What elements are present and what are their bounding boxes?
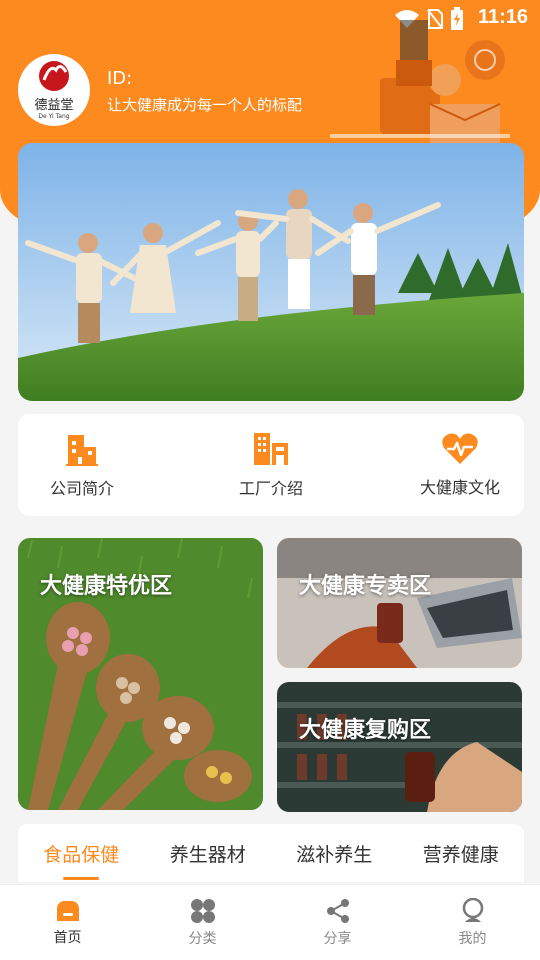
zone-premium-title: 大健康特优区 (40, 574, 173, 599)
building-icon (66, 435, 98, 466)
zone-repurchase-title: 大健康复购区 (299, 718, 432, 743)
tab-nourishing[interactable]: 滋补养生 (271, 824, 398, 882)
category-tabs: 食品保健 养生器材 滋补养生 营养健康 (18, 824, 524, 882)
zone-exclusive-image (277, 538, 522, 668)
tab-nutrition[interactable]: 营养健康 (398, 824, 525, 882)
home-icon (56, 900, 79, 921)
factory-icon (254, 433, 288, 465)
grid-icon (190, 898, 215, 923)
banner-image[interactable] (18, 143, 524, 401)
share-icon (326, 898, 349, 923)
zone-repurchase-image (277, 682, 522, 812)
heart-pulse-icon (442, 433, 478, 464)
quick-nav: 公司简介 工厂介绍 大健康文化 (18, 414, 524, 516)
logo-emblem-icon (39, 61, 69, 91)
nav-label: 首页 (53, 929, 82, 946)
quick-nav-label: 大健康文化 (419, 478, 500, 497)
slogan-text: 让大健康成为每一个人的标配 (107, 96, 303, 114)
user-id-label: ID: (107, 68, 133, 89)
banner-family-photo (18, 143, 524, 401)
brand-logo: 德益堂 De Yi Tang (18, 54, 90, 126)
zone-exclusive-title: 大健康专卖区 (299, 574, 432, 599)
quick-nav-factory-intro[interactable]: 工厂介绍 (221, 414, 321, 516)
nav-home[interactable]: 首页 (0, 885, 135, 960)
tab-health-equipment[interactable]: 养生器材 (145, 824, 272, 882)
zone-premium[interactable]: 大健康特优区 (18, 538, 263, 810)
tab-food-health[interactable]: 食品保健 (18, 824, 145, 882)
quick-nav-label: 工厂介绍 (238, 479, 303, 498)
bottom-nav: 首页 分类 分享 我的 (0, 884, 540, 960)
nav-category[interactable]: 分类 (135, 885, 270, 960)
logo-subtext: De Yi Tang (38, 113, 70, 120)
nav-label: 我的 (458, 930, 487, 947)
nav-share[interactable]: 分享 (270, 885, 405, 960)
zone-exclusive[interactable]: 大健康专卖区 (277, 538, 522, 668)
logo-text: 德益堂 (34, 98, 74, 113)
user-icon (462, 897, 483, 922)
quick-nav-company-intro[interactable]: 公司简介 (32, 414, 132, 516)
quick-nav-label: 公司简介 (49, 479, 114, 498)
quick-nav-health-culture[interactable]: 大健康文化 (410, 414, 510, 516)
nav-label: 分享 (323, 930, 352, 947)
nav-label: 分类 (188, 930, 217, 947)
zone-repurchase[interactable]: 大健康复购区 (277, 682, 522, 812)
nav-mine[interactable]: 我的 (405, 885, 540, 960)
header-illustration (330, 20, 510, 144)
